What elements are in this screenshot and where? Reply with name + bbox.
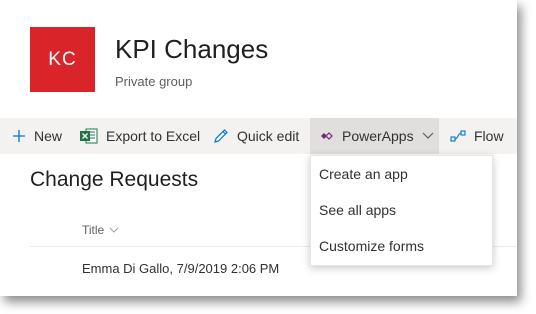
powerapps-icon xyxy=(320,130,334,142)
column-header-title[interactable]: Title xyxy=(82,223,119,237)
new-label: New xyxy=(34,128,63,144)
site-logo-text: KC xyxy=(48,48,77,70)
export-to-excel-label: Export to Excel xyxy=(106,128,201,144)
flow-button[interactable]: Flow xyxy=(450,118,504,154)
powerapps-label: PowerApps xyxy=(342,128,414,144)
plus-icon xyxy=(12,129,26,143)
chevron-down-icon xyxy=(422,132,434,140)
list-title: Change Requests xyxy=(30,168,199,191)
pencil-icon xyxy=(213,128,229,144)
site-title: KPI Changes xyxy=(115,34,269,64)
site-logo: KC xyxy=(30,27,95,92)
list-item[interactable]: Emma Di Gallo, 7/9/2019 2:06 PM xyxy=(82,261,279,276)
column-header-label: Title xyxy=(82,223,105,237)
menu-item-customize-forms[interactable]: Customize forms xyxy=(311,228,492,264)
flow-label: Flow xyxy=(474,128,504,144)
chevron-down-icon xyxy=(109,227,119,234)
powerapps-dropdown-menu: Create an app See all apps Customize for… xyxy=(310,155,493,266)
new-button[interactable]: New xyxy=(12,118,62,154)
command-bar: New Export to Excel Quick edit PowerApps… xyxy=(0,118,517,154)
menu-item-create-app[interactable]: Create an app xyxy=(311,156,492,192)
menu-item-see-all-apps[interactable]: See all apps xyxy=(311,192,492,228)
excel-icon xyxy=(80,128,98,144)
site-subtitle: Private group xyxy=(115,74,193,89)
export-to-excel-button[interactable]: Export to Excel xyxy=(80,118,200,154)
quick-edit-label: Quick edit xyxy=(237,128,300,144)
powerapps-button[interactable]: PowerApps xyxy=(310,118,439,154)
quick-edit-button[interactable]: Quick edit xyxy=(213,118,299,154)
screenshot-frame: KC KPI Changes Private group New Export … xyxy=(0,0,517,296)
flow-icon xyxy=(450,129,466,143)
